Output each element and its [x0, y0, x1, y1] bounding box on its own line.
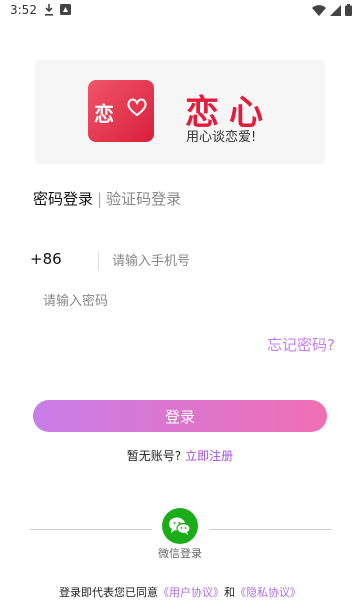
- app-slogan: 用心谈恋爱!: [186, 130, 257, 145]
- phone-divider: [98, 252, 99, 270]
- login-button[interactable]: 登录: [33, 400, 327, 432]
- heart-icon: [127, 98, 147, 117]
- wechat-icon: [169, 517, 191, 535]
- status-bar: 3:52: [0, 0, 360, 22]
- brand-banner: [35, 60, 325, 164]
- privacy-agreement-link[interactable]: 《隐私协议》: [235, 586, 301, 599]
- agreement-prefix: 登录即代表您已同意: [59, 586, 158, 599]
- agreement-text: 登录即代表您已同意《用户协议》和《隐私协议》: [0, 584, 360, 600]
- divider-right: [210, 529, 332, 530]
- download-icon: [45, 4, 53, 16]
- forgot-password-link[interactable]: 忘记密码?: [267, 334, 335, 355]
- password-input[interactable]: [43, 291, 313, 311]
- phone-input[interactable]: [112, 251, 322, 271]
- logo-glyph: 恋: [94, 102, 114, 126]
- no-account-text: 暂无账号?: [126, 449, 182, 463]
- status-time: 3:52: [10, 3, 37, 17]
- login-tabs: 密码登录 | 验证码登录: [33, 188, 181, 209]
- user-agreement-link[interactable]: 《用户协议》: [158, 586, 224, 599]
- register-link[interactable]: 立即注册: [185, 449, 233, 463]
- country-code[interactable]: +86: [30, 250, 62, 268]
- tab-code-login[interactable]: 验证码登录: [106, 190, 181, 208]
- agreement-and: 和: [224, 586, 235, 599]
- tab-password-login[interactable]: 密码登录: [33, 190, 93, 208]
- register-row: 暂无账号? 立即注册: [0, 447, 360, 464]
- tab-separator: |: [97, 190, 103, 208]
- app-logo-icon: 恋: [88, 80, 154, 142]
- signal-icon: [330, 4, 341, 16]
- wechat-login-label: 微信登录: [158, 547, 202, 560]
- phone-row: +86: [30, 250, 330, 274]
- divider-left: [30, 529, 152, 530]
- wifi-icon: [312, 4, 326, 16]
- battery-icon: [345, 4, 352, 16]
- app-notification-icon: [60, 4, 71, 15]
- wechat-login-button[interactable]: [162, 508, 198, 544]
